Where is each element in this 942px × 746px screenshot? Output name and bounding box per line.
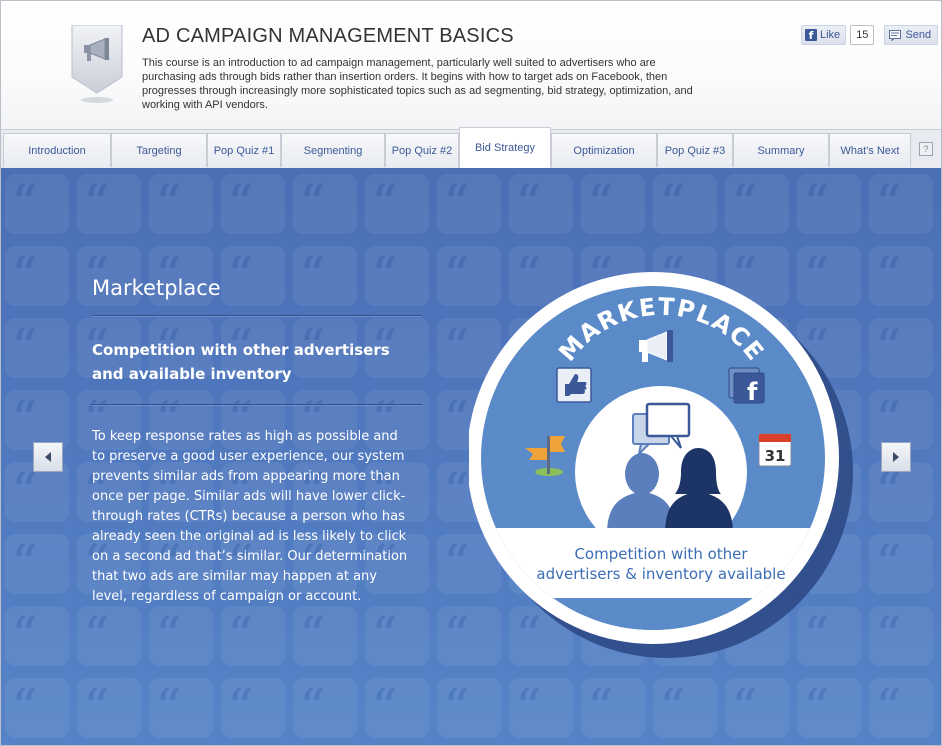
marketplace-graphic: MARKETPLACE f 31 (467, 272, 869, 672)
arrow-right-icon (893, 452, 899, 462)
thumbs-up-icon (556, 367, 592, 403)
tab-segmenting[interactable]: Segmenting (281, 133, 385, 167)
tab-pop-quiz-2[interactable]: Pop Quiz #2 (385, 133, 459, 167)
tab-bid-strategy[interactable]: Bid Strategy (459, 127, 551, 168)
course-description: This course is an introduction to ad cam… (142, 57, 693, 111)
facebook-icon: f (805, 29, 817, 42)
slide-body: To keep response rates as high as possib… (92, 429, 408, 604)
slide-stage: “ Marketplace Competition with other adv… (1, 168, 941, 745)
title-divider (92, 315, 422, 317)
megaphone-icon (71, 24, 123, 103)
tab-whats-next[interactable]: What's Next (829, 133, 911, 167)
social-buttons: f Like 15 Send (801, 25, 939, 45)
slide-subtitle: Competition with other advertisers and a… (92, 341, 390, 383)
next-slide-button[interactable] (881, 442, 911, 472)
facebook-like-button[interactable]: f Like (801, 25, 847, 45)
caption-line-1: Competition with other (574, 545, 748, 563)
calendar-icon: 31 (758, 433, 792, 467)
send-label: Send (905, 29, 932, 41)
like-count: 15 (850, 25, 875, 45)
svg-text:f: f (747, 378, 758, 406)
svg-text:31: 31 (765, 447, 786, 465)
subtitle-divider (92, 404, 422, 406)
caption-line-2: advertisers & inventory available (536, 565, 786, 583)
facebook-pages-icon: f (728, 367, 765, 406)
tab-introduction[interactable]: Introduction (3, 133, 111, 167)
tab-optimization[interactable]: Optimization (551, 133, 657, 167)
course-window: AD CAMPAIGN MANAGEMENT BASICS This cours… (0, 0, 942, 746)
send-icon (889, 29, 902, 41)
graphic-caption: Competition with other advertisers & inv… (531, 544, 791, 584)
slide-title: Marketplace (92, 276, 221, 300)
course-header: AD CAMPAIGN MANAGEMENT BASICS This cours… (1, 1, 941, 129)
send-button[interactable]: Send (884, 25, 939, 45)
tab-targeting[interactable]: Targeting (111, 133, 207, 167)
course-tabs: Introduction Targeting Pop Quiz #1 Segme… (1, 127, 941, 169)
course-title: AD CAMPAIGN MANAGEMENT BASICS (142, 25, 514, 47)
tab-pop-quiz-1[interactable]: Pop Quiz #1 (207, 133, 281, 167)
previous-slide-button[interactable] (33, 442, 63, 472)
tab-pop-quiz-3[interactable]: Pop Quiz #3 (657, 133, 733, 167)
tab-summary[interactable]: Summary (733, 133, 829, 167)
arrow-left-icon (45, 452, 51, 462)
like-label: Like (820, 29, 841, 41)
help-icon[interactable]: ? (919, 142, 933, 156)
